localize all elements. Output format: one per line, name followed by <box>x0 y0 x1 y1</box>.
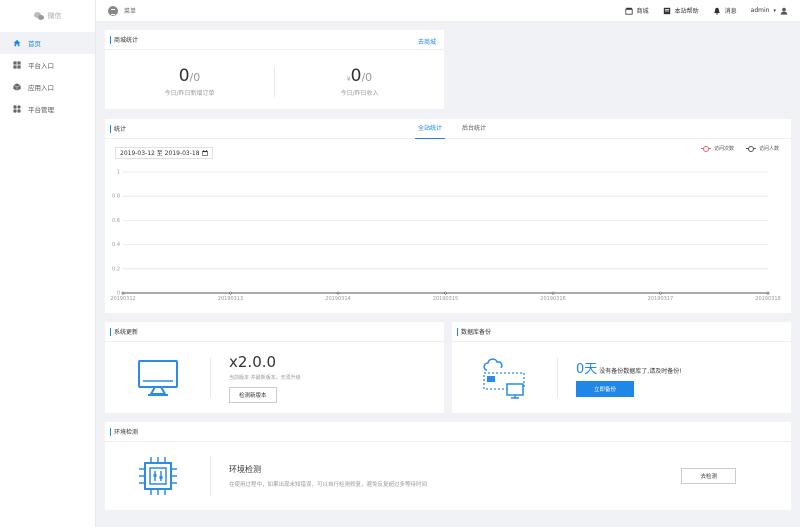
help-link[interactable]: 本站帮助 <box>663 6 699 15</box>
env-heading: 环境检测 <box>229 465 261 474</box>
y-tick-label: 0.6 <box>112 218 120 224</box>
divider <box>210 357 211 398</box>
grid-icon <box>13 61 21 69</box>
monitor-icon <box>137 359 178 396</box>
x-tick-label: 20190315 <box>433 296 458 302</box>
sidebar-item-platform-manage[interactable]: 平台管理 <box>0 98 95 120</box>
system-update-card: 系统更新 x2.0.0 当前版本 并最新版本，无须升级 检测新版本 <box>105 322 444 413</box>
sidebar-item-app-entry[interactable]: 应用入口 <box>0 76 95 98</box>
card-title: 环境检测 <box>105 422 791 442</box>
user-icon <box>780 7 788 15</box>
shop-link[interactable]: 商城 <box>625 6 649 15</box>
y-tick-label: 0.2 <box>112 266 120 272</box>
sidebar-item-home[interactable]: 首页 <box>0 32 95 54</box>
x-tick-label: 20190314 <box>325 296 350 302</box>
x-tick-label: 20190317 <box>648 296 673 302</box>
orders-yesterday: /0 <box>189 71 201 84</box>
caret-down-icon: ▾ <box>773 7 776 14</box>
data-point <box>229 291 232 295</box>
cloud-backup-icon <box>482 357 525 399</box>
x-tick-label: 20190313 <box>218 296 243 302</box>
x-tick-label: 20190312 <box>110 296 135 302</box>
income-label: 今日/昨日收入 <box>340 90 379 97</box>
store-icon <box>625 7 633 15</box>
card-title: 系统更新 <box>105 322 444 342</box>
logo: 微信 <box>0 0 95 32</box>
sidebar-item-label: 平台入口 <box>28 62 54 70</box>
menu-icon <box>108 5 118 16</box>
income-yesterday: /0 <box>361 71 373 84</box>
menu-label: 菜单 <box>124 8 137 15</box>
data-point <box>444 291 447 295</box>
menu-toggle[interactable]: 菜单 <box>108 5 137 16</box>
backup-text: 没有备份数据库了,请及时备份! <box>599 368 682 375</box>
wechat-icon <box>33 12 44 20</box>
top-header: 菜单 商城 本站帮助 消息 admin ▾ <box>96 0 800 22</box>
go-check-button[interactable]: 去检测 <box>681 468 736 484</box>
sidebar-item-platform-entry[interactable]: 平台入口 <box>0 54 95 76</box>
y-tick-label: 1 <box>117 170 120 176</box>
backup-now-button[interactable]: 立即备份 <box>576 381 635 397</box>
sidebar-item-label: 首页 <box>28 40 41 48</box>
x-tick-label: 20190316 <box>540 296 565 302</box>
version-number: x2.0.0 <box>229 352 277 371</box>
x-tick-label: 20190318 <box>755 296 780 302</box>
version-status: 当前版本 并最新版本，无须升级 <box>229 374 301 381</box>
env-description: 在使用过程中，如果出现未知错误，可以自行检测修复，避免反复超过多等待时间 <box>229 482 428 488</box>
divider <box>210 456 211 496</box>
card-title: 数据库备份 <box>452 322 791 342</box>
sidebar: 微信 首页 平台入口 应用入口 平台管理 <box>0 0 96 527</box>
env-check-card: 环境检测 环境检测 在使用过程中，如果出现未知错误，可以自行检测修复，避免反复超… <box>105 422 791 510</box>
orders-stat: 0/0 今日/昨日新增订单 <box>105 66 274 97</box>
user-label: admin <box>750 7 770 14</box>
backup-days: 0天 <box>576 362 598 377</box>
book-icon <box>663 7 670 14</box>
line-chart: 00.20.40.60.8120190312 20190313 20190314 20… <box>110 170 780 303</box>
data-point <box>336 291 340 295</box>
backup-card: 数据库备份 0天 没有备份数据库了,请及时备份! 立即备份 <box>452 322 791 413</box>
help-label: 本站帮助 <box>674 8 699 15</box>
chip-icon <box>138 457 177 495</box>
go-mall-link[interactable]: 去商城 <box>418 37 436 46</box>
y-tick-label: 0.4 <box>112 242 120 248</box>
apps-icon <box>13 105 21 113</box>
sidebar-item-label: 平台管理 <box>28 106 54 114</box>
data-point <box>659 291 662 295</box>
income-today: 0 <box>350 66 362 86</box>
box-icon <box>13 83 21 91</box>
orders-label: 今日/昨日新增订单 <box>164 90 215 97</box>
user-menu[interactable]: admin ▾ <box>751 7 788 15</box>
shop-label: 商城 <box>636 8 649 15</box>
card-title: 商城统计 <box>105 30 444 50</box>
income-stat: ¥0/0 今日/昨日收入 <box>275 66 444 97</box>
data-point <box>121 291 125 295</box>
message-link[interactable]: 消息 <box>713 6 737 15</box>
stats-chart-card: 统计 全站统计 后台统计 2019-03-12 至 2019-03-18 访问次… <box>105 119 791 313</box>
home-icon <box>13 39 21 47</box>
divider <box>557 357 558 398</box>
bell-icon <box>713 7 720 15</box>
data-point <box>551 291 555 295</box>
y-tick-label: 0.8 <box>112 194 120 200</box>
data-point <box>766 291 770 295</box>
check-version-button[interactable]: 检测新版本 <box>229 386 277 403</box>
logo-label: 微信 <box>47 12 62 20</box>
mall-stats-card: 商城统计 去商城 0/0 今日/昨日新增订单 ¥0/0 今日/昨日收入 <box>105 30 444 109</box>
sidebar-item-label: 应用入口 <box>28 84 54 92</box>
orders-today: 0 <box>178 66 190 86</box>
message-label: 消息 <box>724 8 737 15</box>
